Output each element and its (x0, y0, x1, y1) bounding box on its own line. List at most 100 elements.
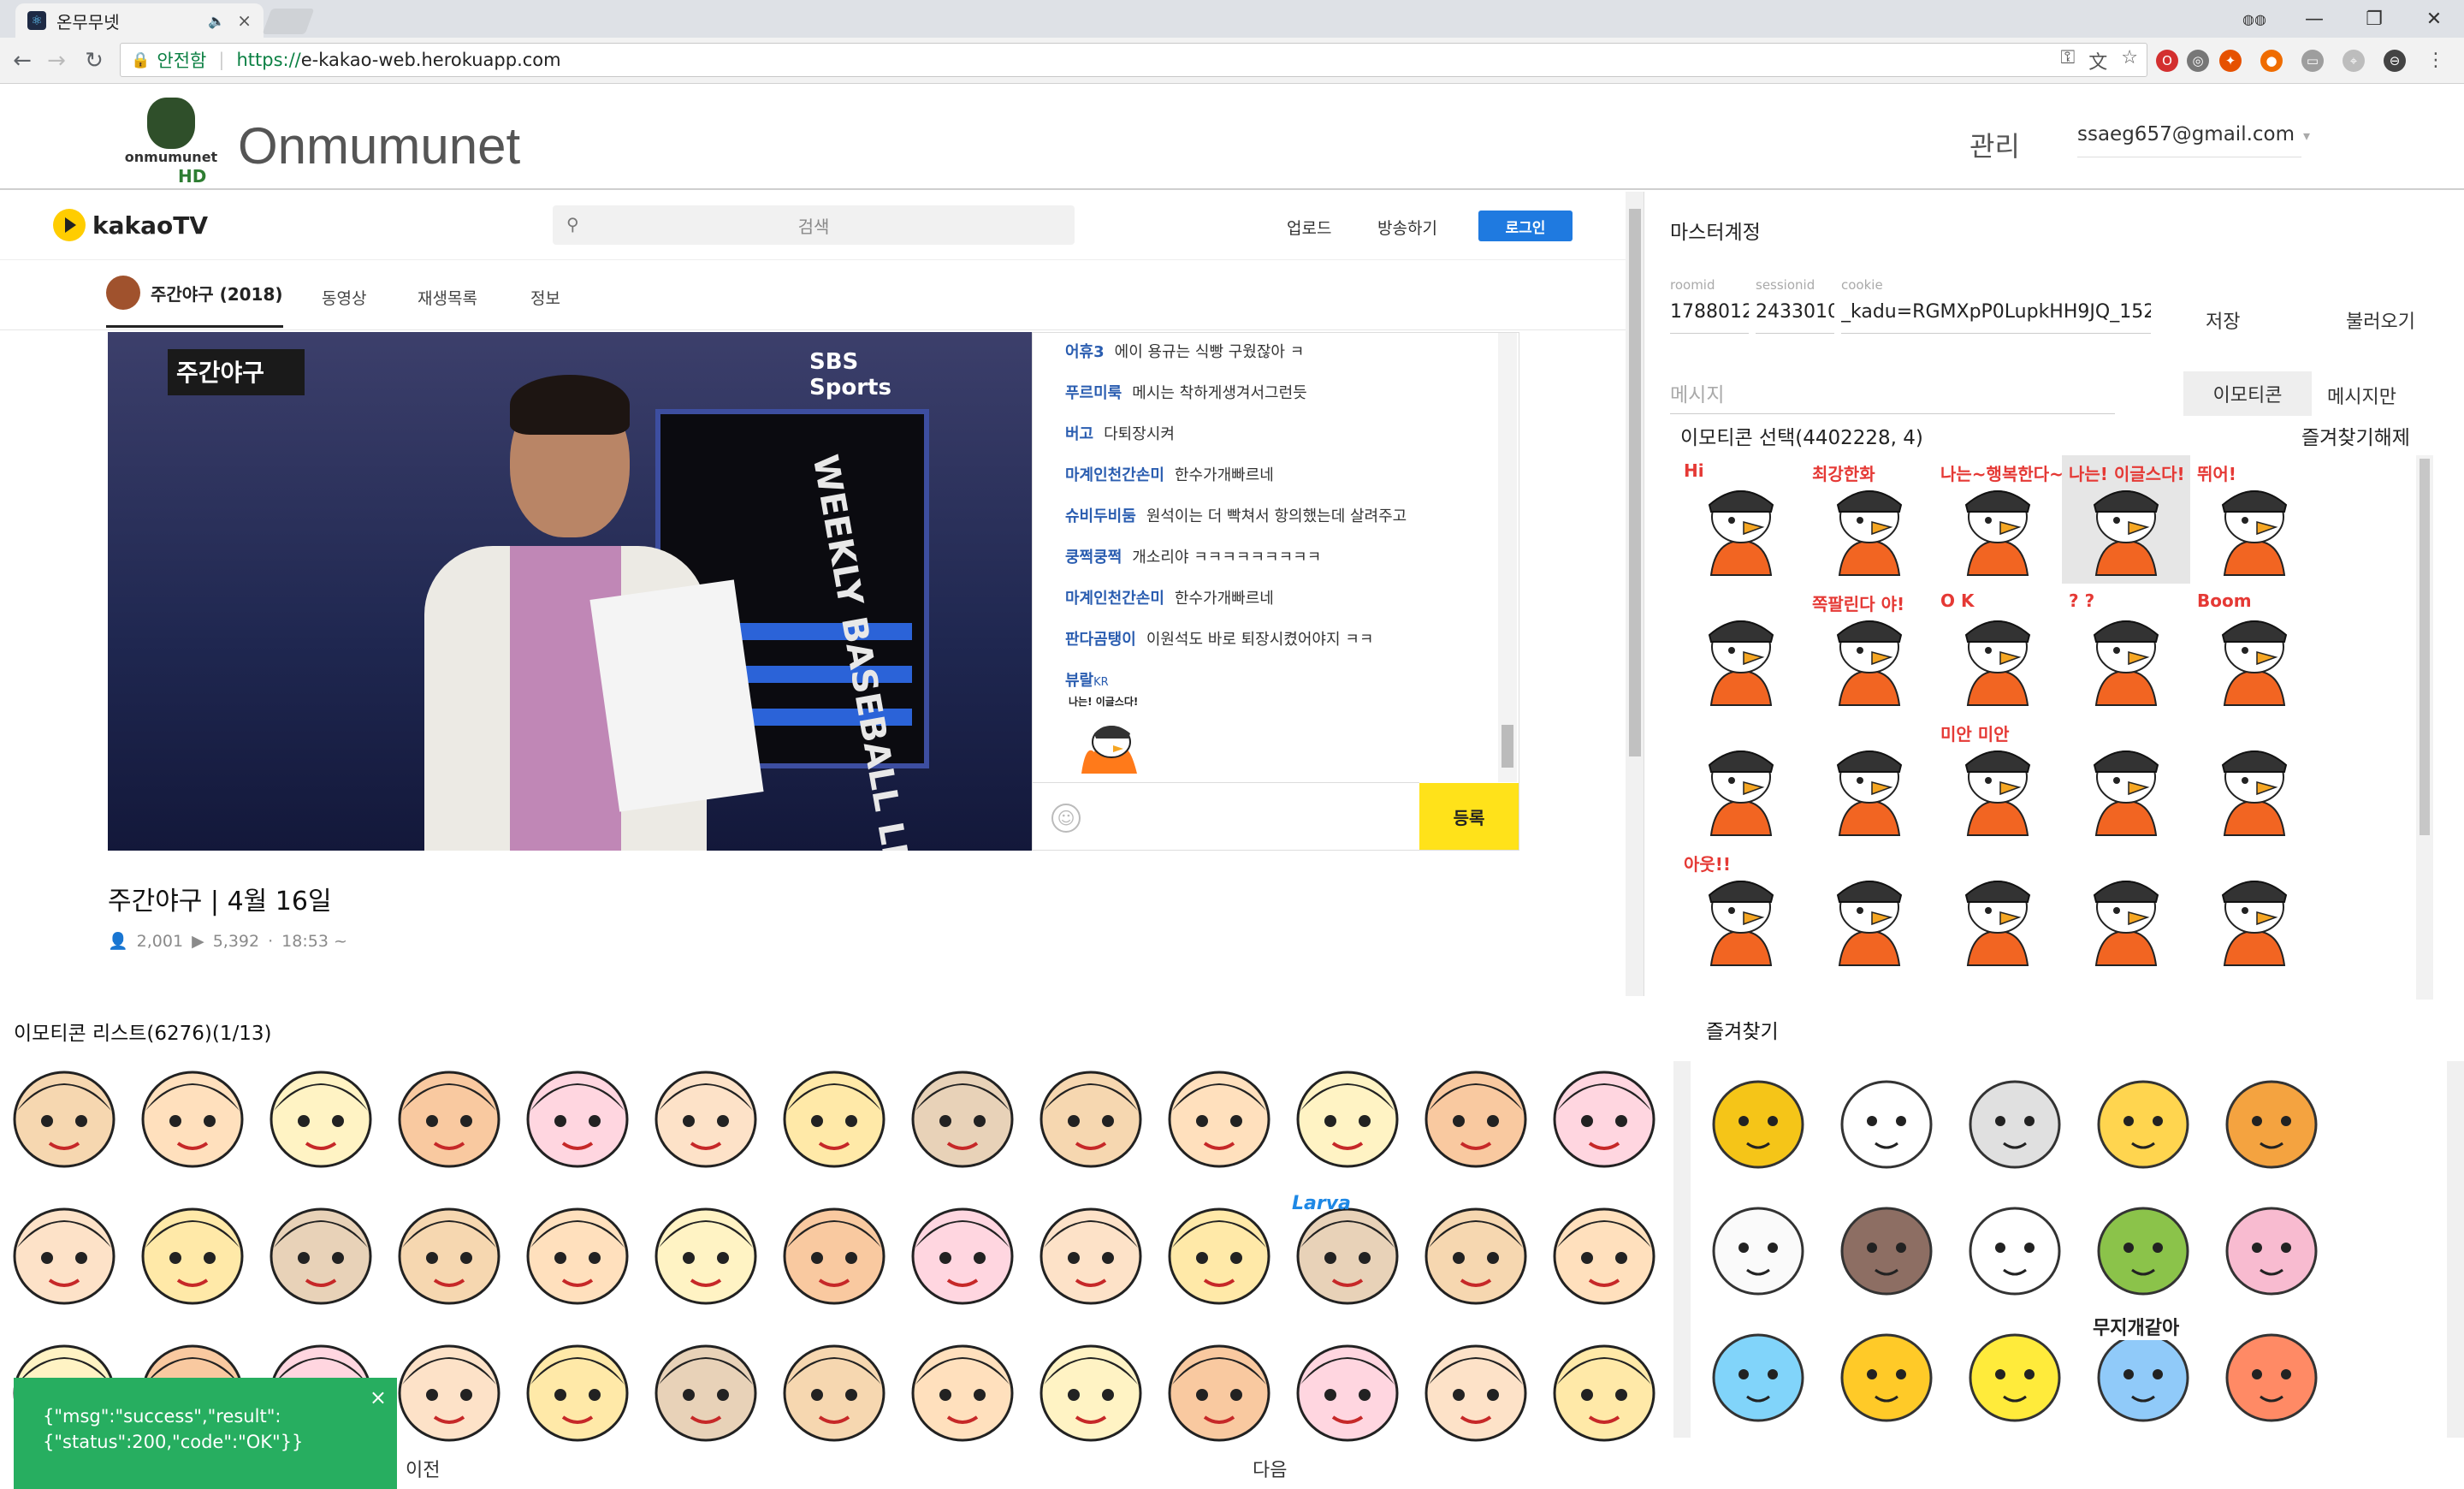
favorite-emoticon[interactable] (1694, 1184, 1822, 1313)
user-select[interactable]: ssaeg657@gmail.com ▾ (2077, 118, 2310, 157)
kakao-search-input[interactable]: ⚲ 검색 (553, 205, 1075, 245)
prev-page-button[interactable]: 이전 (406, 1455, 440, 1482)
eagles-emoticon[interactable]: O K (1934, 585, 2062, 714)
key-icon[interactable]: ⚿ (2061, 47, 2076, 74)
favorite-emoticon[interactable] (1694, 1311, 1822, 1439)
emoticon-list-item[interactable] (898, 1188, 1027, 1316)
favorite-emoticon[interactable] (1951, 1184, 2079, 1313)
message-input[interactable]: 메시지 (1670, 378, 2115, 414)
fox-ext-icon[interactable]: ✦ (2219, 50, 2242, 72)
emoticon-list-item[interactable] (1540, 1051, 1668, 1179)
favorites-scrollbar[interactable] (2447, 1061, 2464, 1438)
tab-playlists[interactable]: 재생목록 (418, 286, 477, 309)
tab-info[interactable]: 정보 (530, 286, 560, 309)
emoticon-list-item[interactable] (128, 1051, 257, 1179)
favorite-emoticon[interactable] (1951, 1058, 2079, 1186)
favorite-emoticon[interactable] (2207, 1311, 2336, 1439)
profile-icon[interactable]: ◍◍ (2224, 0, 2284, 38)
restore-icon[interactable]: ❐ (2344, 0, 2404, 38)
chat-scroll-thumb[interactable] (1502, 725, 1513, 768)
roomid-field[interactable]: 17880125 (1670, 301, 1749, 334)
opera-ext-icon[interactable]: O (2156, 50, 2178, 72)
screen-ext-icon[interactable]: ▭ (2301, 50, 2324, 72)
eagles-emoticon[interactable]: Hi (1677, 455, 1805, 584)
emoticon-list-item[interactable] (1412, 1325, 1540, 1445)
emoticon-list-item[interactable] (642, 1325, 770, 1445)
close-tab-icon[interactable]: × (237, 10, 252, 31)
chat-scrollbar[interactable] (1498, 333, 1517, 782)
address-bar[interactable]: 🔒 안전함 | https:// e-kakao-web.herokuapp.c… (120, 43, 2147, 77)
favorite-emoticon[interactable] (1822, 1311, 1951, 1439)
eagles-emoticon[interactable]: Boom (2190, 585, 2319, 714)
translate-icon[interactable]: 文 (2088, 47, 2107, 74)
eagles-emoticon[interactable]: 나는~행복한다~ (1934, 455, 2064, 584)
star-icon[interactable]: ☆ (2121, 47, 2138, 74)
chat-submit-button[interactable]: 등록 (1419, 783, 1519, 850)
emoticon-list-item[interactable] (128, 1188, 257, 1316)
favorite-emoticon[interactable] (2079, 1058, 2207, 1186)
eagles-emoticon[interactable]: 나는! 이글스다! (2062, 455, 2190, 584)
emoticon-list-item[interactable] (257, 1051, 385, 1179)
unfavorite-button[interactable]: 즐겨찾기해제 (2301, 421, 2410, 450)
cookie-field[interactable]: _kadu=RGMXpP0LupkHH9JQ_15238752 (1841, 301, 2151, 334)
eagles-emoticon[interactable] (2062, 715, 2190, 844)
cookie-ext-icon[interactable]: ● (2260, 50, 2283, 72)
window-close-icon[interactable]: ✕ (2404, 0, 2464, 38)
emoticon-list-item[interactable] (513, 1325, 642, 1445)
eagles-emoticon[interactable] (1677, 585, 1805, 714)
browser-tab[interactable]: ⚛ 온무무넷 🔈 × (15, 3, 264, 38)
close-icon[interactable]: × (370, 1385, 387, 1410)
favorite-emoticon[interactable] (2207, 1184, 2336, 1313)
eagles-emoticon[interactable]: 아웃!! (1677, 845, 1805, 974)
emoticon-list-item[interactable] (1283, 1051, 1412, 1179)
emoticon-list-item[interactable] (513, 1051, 642, 1179)
tab-videos[interactable]: 동영상 (322, 286, 366, 309)
emoticon-list-item[interactable] (770, 1188, 898, 1316)
eagles-emoticon[interactable] (2190, 845, 2319, 974)
sessionid-field[interactable]: 24330100 (1756, 301, 1834, 334)
emoticon-list-item[interactable] (513, 1188, 642, 1316)
back-icon[interactable]: ← (5, 44, 39, 77)
emoticon-list-item[interactable] (1027, 1051, 1155, 1179)
save-button[interactable]: 저장 (2206, 306, 2240, 334)
chat-input[interactable] (1033, 782, 1419, 851)
emoticon-list-item[interactable] (1412, 1051, 1540, 1179)
favorite-emoticon[interactable] (2207, 1058, 2336, 1186)
eagles-emoticon[interactable]: 최강한화 (1805, 455, 1934, 584)
eagles-emoticon[interactable] (2062, 845, 2190, 974)
eagles-emoticon[interactable]: ? ? (2062, 585, 2190, 714)
emoticon-list-item[interactable] (898, 1051, 1027, 1179)
tab-message-only[interactable]: 메시지만 (2327, 382, 2396, 409)
globe-ext-icon[interactable]: ◎ (2187, 50, 2209, 72)
video-player[interactable]: 주간야구 SBS Sports WEEKLY BASEBALL LIVE TAL… (108, 332, 1032, 851)
load-button[interactable]: 불러오기 (2346, 306, 2415, 334)
pin-ext-icon[interactable]: ⌖ (2343, 50, 2365, 72)
emoticon-list-item[interactable] (1283, 1325, 1412, 1445)
speaker-icon[interactable]: 🔈 (208, 13, 225, 29)
emoticon-list-item[interactable] (385, 1325, 513, 1445)
favorite-emoticon[interactable] (1822, 1184, 1951, 1313)
broadcast-link[interactable]: 방송하기 (1377, 216, 1437, 239)
vpn-ext-icon[interactable]: ⊖ (2384, 50, 2406, 72)
kakao-scroll-thumb[interactable] (1629, 209, 1641, 756)
minimize-icon[interactable]: — (2284, 0, 2344, 38)
eagles-emoticon[interactable] (2190, 715, 2319, 844)
eagles-emoticon[interactable] (1677, 715, 1805, 844)
eagles-emoticon[interactable]: 쪽팔린다 야! (1805, 585, 1934, 714)
emoticon-list-item[interactable] (1540, 1188, 1668, 1316)
emoticon-list-item[interactable] (898, 1325, 1027, 1445)
emoticon-list-item[interactable] (642, 1051, 770, 1179)
login-button[interactable]: 로그인 (1478, 211, 1573, 241)
menu-icon[interactable]: ⋮ (2425, 50, 2447, 72)
emoticon-list-item[interactable] (385, 1188, 513, 1316)
favorite-emoticon[interactable] (1822, 1058, 1951, 1186)
emoticon-list-item[interactable] (642, 1188, 770, 1316)
emoticon-list-item[interactable] (1027, 1325, 1155, 1445)
emoticon-list-item[interactable] (0, 1188, 128, 1316)
eagles-emoticon[interactable] (1934, 845, 2062, 974)
emoticon-list-item[interactable] (0, 1051, 128, 1179)
app-logo[interactable]: onmumunet HD (120, 98, 222, 187)
favorite-emoticon[interactable] (1951, 1311, 2079, 1439)
tab-emoticon[interactable]: 이모티콘 (2183, 371, 2312, 416)
favorite-emoticon[interactable] (2079, 1184, 2207, 1313)
